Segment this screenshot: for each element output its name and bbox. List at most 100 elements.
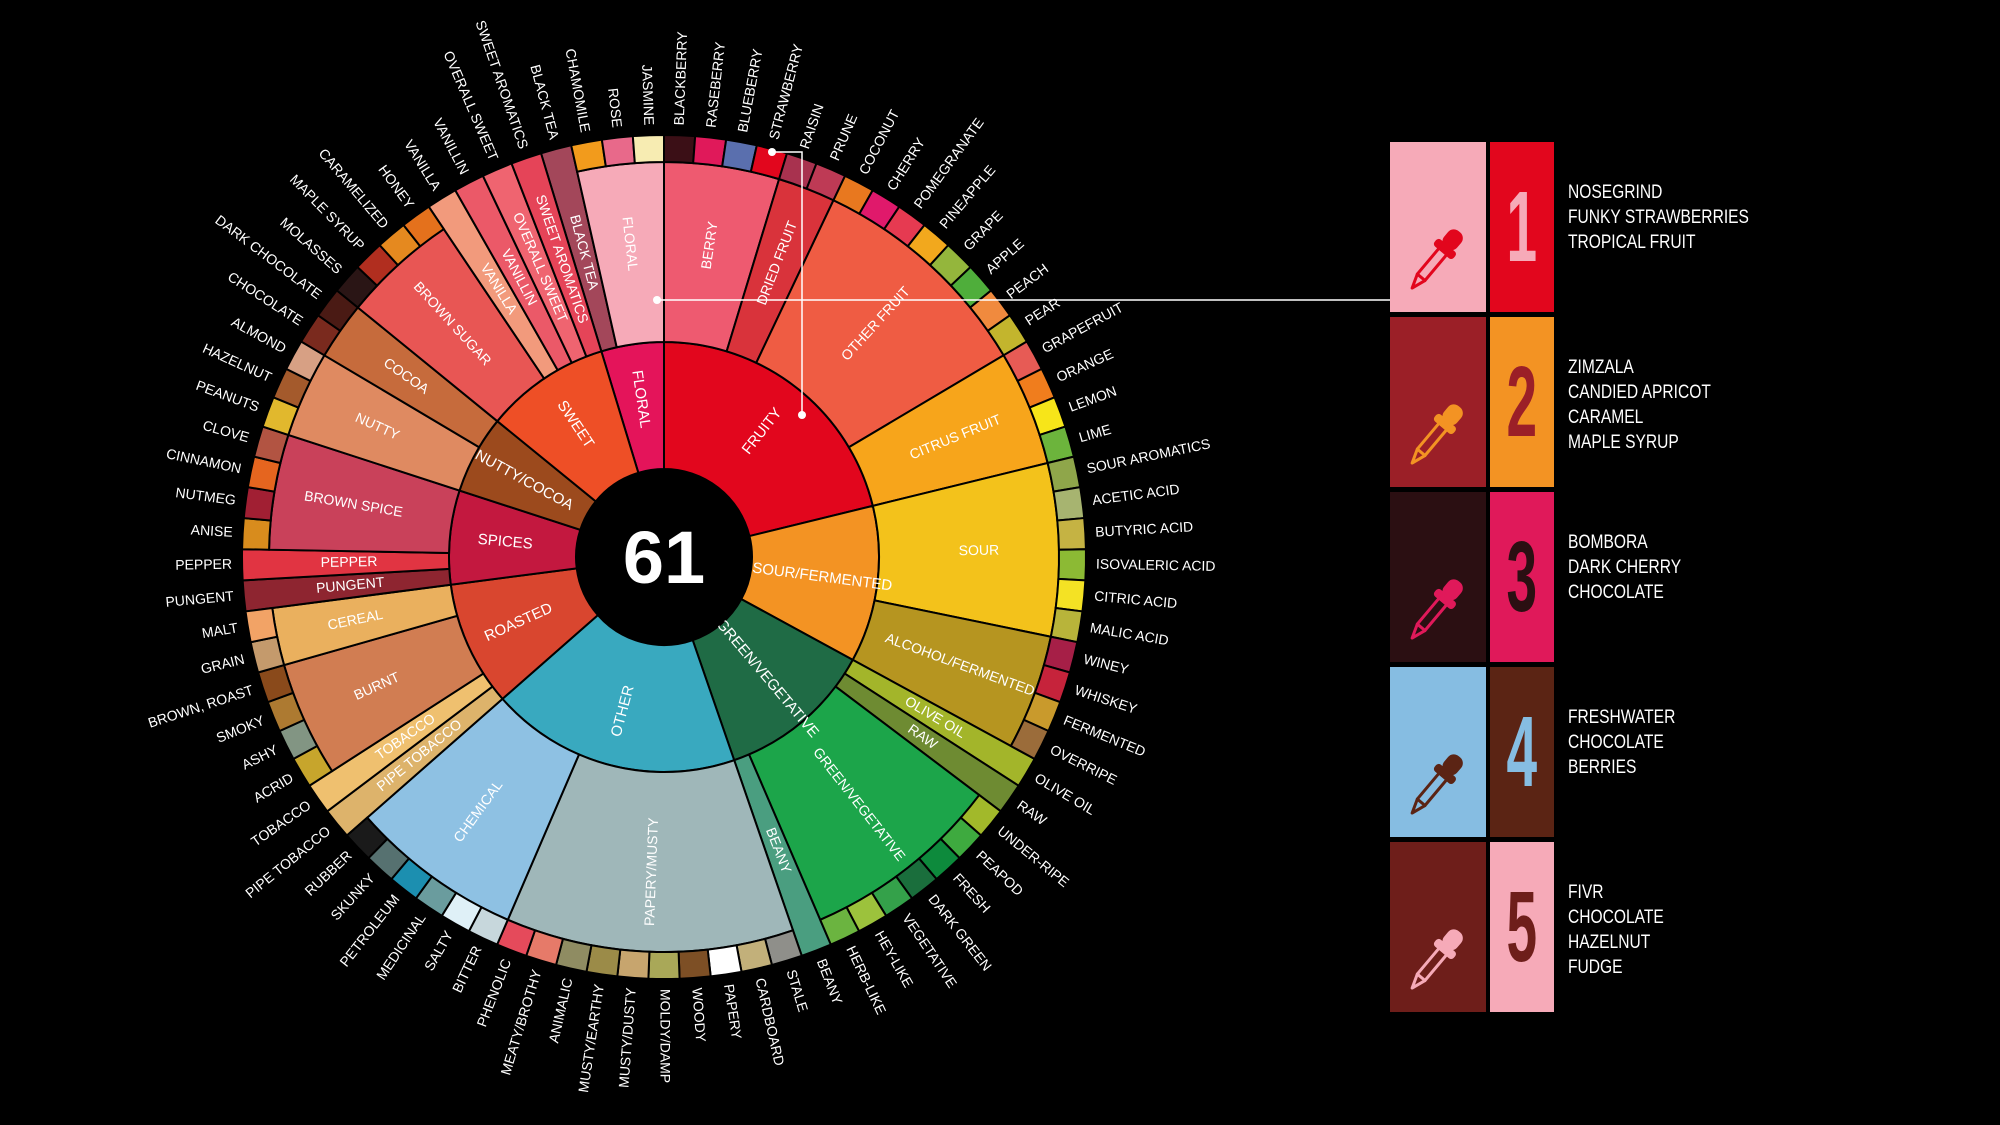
connector-dot — [768, 148, 776, 156]
sample-line: ZIMZALA — [1568, 357, 1634, 378]
connector-dot — [653, 296, 661, 304]
sample-number-text: 5 — [1506, 870, 1538, 983]
leaf-malt — [244, 606, 279, 644]
leaf-label-raisin: RAISIN — [796, 102, 826, 151]
center-logo: 61 — [576, 469, 752, 645]
leaf-butyric-acid — [1056, 516, 1087, 551]
leaf-label-raseberry: RASEBERRY — [703, 40, 729, 128]
leaf-jasmine — [631, 133, 665, 165]
leaf-label-blackberry: BLACKBERRY — [671, 30, 690, 125]
leaf-papery — [706, 944, 743, 978]
dropper-swatch — [1390, 667, 1486, 837]
leaf-label-phenolic: PHENOLIC — [473, 956, 514, 1029]
leaf-anise — [241, 516, 272, 551]
sample-row-1: 1 NOSEGRIND FUNKY STRAWBERRIES TROPICAL FRU… — [1390, 142, 1780, 312]
sample-row-3: 3 BOMBORA DARK CHERRY CHOCOLATE — [1390, 492, 1780, 662]
leaf-label-musty-dusty: MUSTY/DUSTY — [615, 986, 638, 1088]
leaf-label-lime: LIME — [1077, 421, 1113, 445]
leaf-label-prune: PRUNE — [826, 112, 860, 163]
sample-number-text: 4 — [1506, 695, 1538, 808]
sample-line: TROPICAL FRUIT — [1568, 232, 1696, 253]
leaf-label-black-tea: BLACK TEA — [527, 63, 562, 142]
leaf-label-vanillin: VANILLIN — [430, 115, 472, 177]
sample-description: NOSEGRIND FUNKY STRAWBERRIES TROPICAL FRUI… — [1568, 180, 1789, 255]
leaf-label-woody: WOODY — [689, 987, 709, 1043]
logo-text: 61 — [623, 516, 705, 599]
leaf-citric-acid — [1054, 577, 1087, 613]
sample-number-text: 1 — [1506, 170, 1538, 283]
leaf-label-orange: ORANGE — [1054, 345, 1116, 385]
sample-row-5: 5 FIVR CHOCOLATE HAZELNUT FUDGE — [1390, 842, 1780, 1012]
sample-row-4: 4 FRESHWATER CHOCOLATE BERRIES — [1390, 667, 1780, 837]
leaf-label-cherry: CHERRY — [884, 134, 929, 193]
leaf-label-grain: GRAIN — [199, 651, 246, 677]
sample-line: FRESHWATER — [1568, 707, 1676, 728]
leaf-acetic-acid — [1052, 485, 1086, 522]
leaf-label-apple: APPLE — [982, 235, 1026, 277]
leaf-label-salty: SALTY — [421, 927, 457, 973]
leaf-label-hazelnut: HAZELNUT — [200, 340, 274, 385]
leaf-cardboard — [735, 937, 774, 973]
sample-line: FUNKY STRAWBERRIES — [1568, 207, 1749, 228]
sample-line: BERRIES — [1568, 757, 1637, 778]
leaf-label-whiskey: WHISKEY — [1073, 682, 1140, 717]
leaf-label-animalic: ANIMALIC — [545, 976, 575, 1044]
leaf-label-acetic-acid: ACETIC ACID — [1091, 481, 1180, 508]
leaf-sour-aromatics — [1046, 455, 1082, 493]
sample-line: NOSEGRIND — [1568, 182, 1663, 203]
sample-line: HAZELNUT — [1568, 932, 1651, 953]
leaf-blackberry — [663, 133, 697, 165]
leaf-label-moldy-damp: MOLDY/DAMP — [657, 989, 673, 1083]
dropper-swatch — [1390, 317, 1486, 487]
leaf-label-peanuts: PEANUTS — [194, 377, 262, 415]
leaf-label-peach: PEACH — [1003, 260, 1051, 302]
sample-row-2: 2 ZIMZALA CANDIED APRICOT CARAMEL MAPLE SYRU… — [1390, 317, 1780, 487]
leaf-label-papery: PAPERY — [721, 983, 745, 1041]
leaf-label-vanilla: VANILLA — [401, 137, 445, 194]
leaf-label-anise: ANISE — [190, 521, 233, 539]
leaf-label-malic-acid: MALIC ACID — [1089, 619, 1170, 648]
leaf-label-cardboard: CARDBOARD — [752, 976, 787, 1067]
leaf-moldy-damp — [647, 950, 681, 981]
leaf-label-pepper: PEPPER — [175, 556, 232, 573]
sample-number: 4 — [1490, 667, 1554, 837]
sample-number-text: 3 — [1506, 520, 1538, 633]
connector-dot — [798, 411, 806, 419]
sample-number: 5 — [1490, 842, 1554, 1012]
leaf-label-blueberry: BLUEBERRY — [734, 47, 765, 134]
sample-line: CHOCOLATE — [1568, 907, 1664, 928]
subcategory-label-pepper: PEPPER — [320, 553, 377, 570]
leaf-label-honey: HONEY — [375, 162, 418, 212]
sample-line: MAPLE SYRUP — [1568, 432, 1679, 453]
sample-line: FUDGE — [1568, 957, 1623, 978]
pipette-icon — [1410, 404, 1463, 465]
leaf-musty-dusty — [616, 948, 651, 980]
leaf-label-strawberry: STRAWBERRY — [766, 42, 807, 141]
leaf-nutmeg — [242, 485, 276, 522]
dropper-swatch — [1390, 492, 1486, 662]
sample-description: FRESHWATER CHOCOLATE BERRIES — [1568, 705, 1699, 780]
sample-number: 2 — [1490, 317, 1554, 487]
leaf-woody — [677, 948, 712, 980]
leaf-label-smoky: SMOKY — [214, 712, 267, 746]
leaf-label-chamomile: CHAMOMILE — [562, 47, 593, 133]
sample-description: BOMBORA DARK CHERRY CHOCOLATE — [1568, 530, 1706, 605]
leaf-label-fresh: FRESH — [950, 870, 994, 916]
sample-line: CHOCOLATE — [1568, 732, 1664, 753]
sample-number: 3 — [1490, 492, 1554, 662]
leaf-label-jasmine: JASMINE — [639, 64, 657, 125]
leaf-label-almond: ALMOND — [229, 313, 289, 356]
dropper-swatch — [1390, 142, 1486, 312]
leaf-label-butyric-acid: BUTYRIC ACID — [1095, 518, 1194, 539]
sample-line: FIVR — [1568, 882, 1604, 903]
leaf-label-sour-aromatics: SOUR AROMATICS — [1085, 435, 1211, 476]
leaf-label-clove: CLOVE — [201, 417, 251, 445]
leaf-label-winey: WINEY — [1082, 651, 1131, 678]
sample-number: 1 — [1490, 142, 1554, 312]
leaf-label-grape: GRAPE — [960, 207, 1006, 253]
leaf-label-bitter: BITTER — [449, 943, 485, 995]
leaf-label-cinnamon: CINNAMON — [165, 445, 243, 476]
sample-number-text: 2 — [1506, 345, 1538, 458]
sample-description: FIVR CHOCOLATE HAZELNUT FUDGE — [1568, 880, 1685, 980]
leaf-label-isovaleric-acid: ISOVALERIC ACID — [1096, 556, 1216, 574]
